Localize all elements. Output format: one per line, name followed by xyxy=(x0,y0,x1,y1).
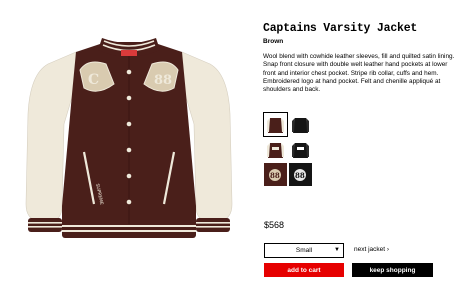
next-jacket-label: next jacket xyxy=(354,246,386,253)
size-select[interactable]: Small ▼ xyxy=(264,243,344,258)
svg-text:88: 88 xyxy=(270,171,280,180)
svg-text:88: 88 xyxy=(295,171,305,180)
product-title: Captains Varsity Jacket xyxy=(263,22,418,35)
product-description: Wool blend with cowhide leather sleeves,… xyxy=(263,53,455,94)
swatch-brown-back[interactable] xyxy=(264,138,287,161)
product-color: Brown xyxy=(263,38,284,45)
swatch-black-detail[interactable]: 88 xyxy=(289,163,312,186)
swatch-brown-detail[interactable]: 88 xyxy=(264,163,287,186)
product-image: C 88 SUPREME xyxy=(18,34,240,246)
chevron-right-icon: › xyxy=(386,246,390,253)
product-price: $568 xyxy=(264,220,285,230)
swatch-black-back[interactable] xyxy=(289,138,312,161)
chevron-down-icon: ▼ xyxy=(334,247,340,253)
varsity-jacket-image: C 88 SUPREME xyxy=(25,38,233,238)
color-swatches: 88 88 xyxy=(263,112,314,186)
product-info: Captains Varsity Jacket Brown Wool blend… xyxy=(263,22,459,94)
size-selected-value: Small xyxy=(295,247,313,254)
swatch-brown-front[interactable] xyxy=(263,112,288,137)
svg-text:88: 88 xyxy=(154,73,172,88)
swatch-black-front[interactable] xyxy=(289,113,312,136)
add-to-cart-button[interactable]: add to cart xyxy=(264,263,344,277)
keep-shopping-button[interactable]: keep shopping xyxy=(352,263,433,277)
next-jacket-link[interactable]: next jacket › xyxy=(354,246,389,253)
svg-text:C: C xyxy=(88,72,99,88)
